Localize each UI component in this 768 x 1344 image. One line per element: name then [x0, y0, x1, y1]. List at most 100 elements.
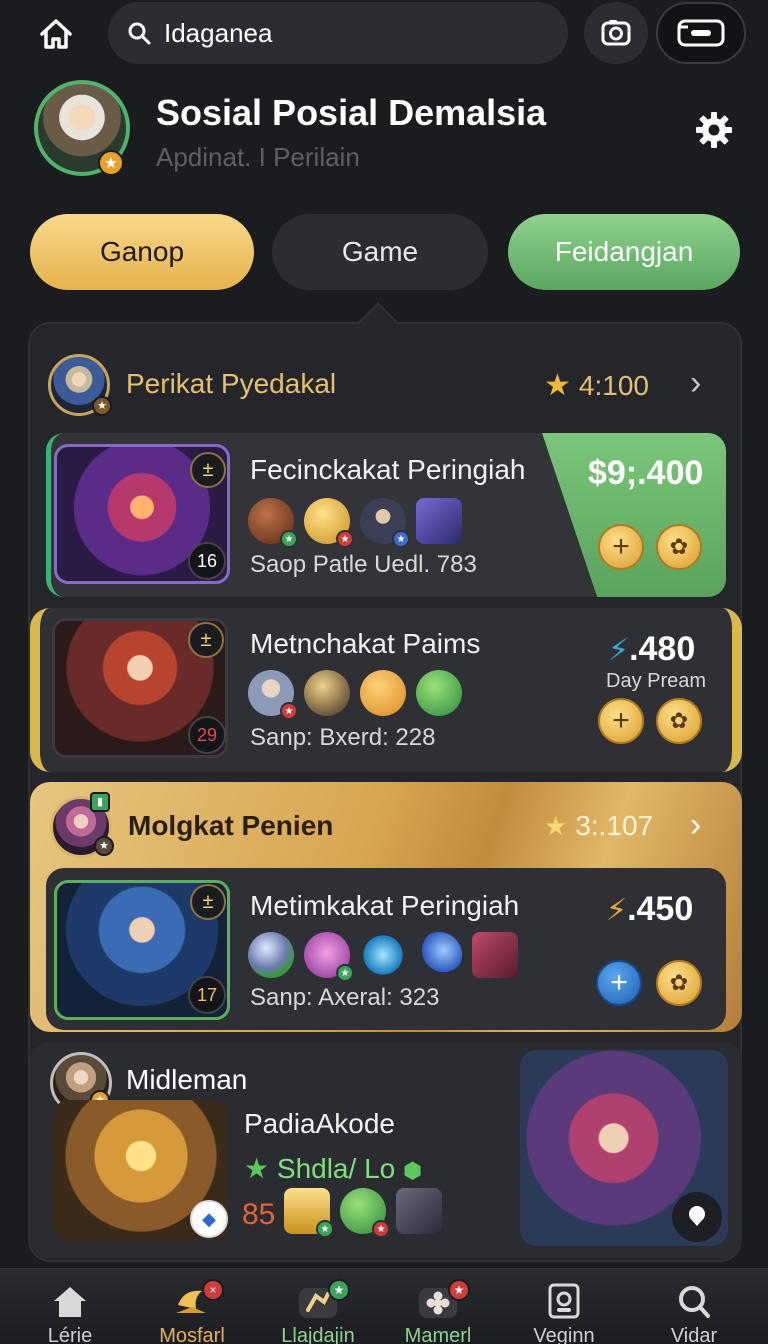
star-icon: ★	[244, 1153, 270, 1184]
orb-icon	[248, 932, 294, 978]
star-medal-icon	[304, 670, 350, 716]
card-title: Fecinckakat Peringiah	[250, 454, 526, 485]
crystal-icon: ★	[304, 932, 354, 982]
section-score: ★ 3:.107	[544, 810, 653, 842]
tab-game[interactable]: Game	[272, 214, 488, 290]
bolt-icon: ⚡	[606, 894, 628, 927]
gift-badge-icon: ▮	[90, 792, 110, 812]
card-title: Metimkakat Peringiah	[250, 890, 520, 921]
settings-button[interactable]	[690, 106, 738, 154]
section-score-value: 4:100	[578, 369, 649, 401]
character-icon: ★	[360, 498, 410, 548]
wallet-icon	[677, 19, 725, 47]
card-title: Metnchakat Paims	[250, 628, 481, 659]
coin-icon: ✿	[669, 534, 689, 559]
section-score: ★ 4:100	[544, 368, 649, 403]
card-subtitle: Sanp: Axeral: 323	[250, 984, 440, 1011]
item-icons: ★ ★	[284, 1188, 442, 1238]
search-icon	[128, 22, 151, 45]
bolt-icon: ⚡	[608, 634, 630, 667]
item-icons: ★	[248, 932, 518, 982]
promo-count: 85	[242, 1198, 276, 1231]
camera-icon	[601, 20, 631, 46]
camera-button[interactable]	[584, 2, 648, 64]
home-button[interactable]	[30, 10, 82, 58]
home-icon	[40, 19, 72, 49]
nav-label: Vidar	[670, 1325, 718, 1344]
card-price: ⚡.480	[608, 630, 695, 669]
star-gem-icon	[360, 932, 406, 978]
coin-button[interactable]: ✿	[656, 960, 702, 1006]
barrel-icon: ★	[248, 498, 298, 548]
search-icon	[672, 1281, 716, 1321]
add-button[interactable]: +	[598, 524, 644, 570]
card-icon	[396, 1188, 442, 1234]
nav-item-lerie[interactable]: Lérie	[10, 1269, 130, 1344]
download-button[interactable]	[672, 1192, 722, 1242]
plus-icon: +	[612, 530, 630, 563]
wallet-button[interactable]	[656, 2, 746, 64]
section-score-value: 3:.107	[575, 810, 654, 841]
gem-icon: ⬢	[403, 1158, 423, 1183]
card-price-caption: Day Pream	[606, 670, 707, 692]
card-price: $9;.400	[588, 454, 704, 492]
card-subtitle: Saop Patle Uedl. 783	[250, 551, 477, 578]
plus-icon: +	[612, 704, 630, 737]
add-button[interactable]: +	[596, 960, 642, 1006]
section-title: Molgkat Penien	[128, 810, 334, 841]
star-badge-icon: ★	[98, 150, 124, 176]
star-badge-icon: ★	[94, 836, 114, 856]
rank-badge: ±	[190, 452, 226, 488]
nav-label: Veginn	[533, 1325, 595, 1344]
card-price-value: .480	[629, 630, 696, 668]
nav-label: Mamerl	[404, 1325, 472, 1344]
green-coin-icon	[416, 670, 462, 716]
profile-subtitle: Apdinat. I Perilain	[156, 142, 360, 172]
item-icons: ★ ★ ★	[248, 498, 462, 548]
star-badge-icon: ★	[92, 396, 112, 416]
level-badge: 17	[188, 976, 226, 1014]
card-price: ⚡.450	[606, 890, 693, 929]
nav-item-vidar[interactable]: Vidar	[634, 1269, 754, 1344]
search-input[interactable]: Idaganea	[164, 18, 272, 49]
level-badge: 16	[188, 542, 226, 580]
promo-tag: ★ Shdla/ Lo ⬢	[244, 1152, 422, 1185]
home-icon	[48, 1281, 92, 1321]
rank-badge: ±	[188, 622, 224, 658]
notification-badge: ★	[328, 1279, 350, 1301]
profile-card-icon	[542, 1281, 586, 1321]
tab-feidangjan[interactable]: Feidangjan	[508, 214, 740, 290]
nav-item-llajdajin[interactable]: ★ Llajdajin	[258, 1269, 378, 1344]
section-title: Perikat Pyedakal	[126, 368, 337, 399]
chevron-right-icon[interactable]: ›	[690, 806, 701, 845]
rank-badge: ±	[190, 884, 226, 920]
card-subtitle: Sanp: Bxerd: 228	[250, 724, 436, 751]
gear-icon	[696, 112, 732, 148]
chest-icon	[416, 498, 462, 544]
moon-icon	[416, 932, 462, 978]
chevron-right-icon[interactable]: ›	[690, 364, 701, 403]
character-icon: ★	[248, 670, 298, 720]
coin-button[interactable]: ✿	[656, 698, 702, 744]
search-bar[interactable]: Idaganea	[108, 2, 568, 64]
coin-button[interactable]: ✿	[656, 524, 702, 570]
gold-bars-icon: ★	[284, 1188, 334, 1238]
nav-item-mamerl[interactable]: ★ Mamerl	[378, 1269, 498, 1344]
level-badge: 29	[188, 716, 226, 754]
coin-icon: ✿	[669, 970, 689, 995]
nav-label: Mosfarl	[159, 1325, 225, 1344]
plus-icon: +	[610, 966, 628, 999]
star-icon: ★	[544, 810, 568, 841]
bottom-navigation: Lérie × Mosfarl ★ Llajdajin ★ Mamerl Veg…	[0, 1268, 768, 1344]
tab-ganop[interactable]: Ganop	[30, 214, 254, 290]
item-icons: ★	[248, 670, 462, 720]
promo-tag-label: Shdla/ Lo	[276, 1153, 396, 1184]
top-bar: Idaganea	[0, 0, 768, 70]
section-title: Midleman	[126, 1064, 248, 1095]
nav-item-mosfarl[interactable]: × Mosfarl	[132, 1269, 252, 1344]
star-icon: ★	[544, 369, 571, 402]
nav-item-veginn[interactable]: Veginn	[504, 1269, 624, 1344]
book-icon	[472, 932, 518, 978]
gold-coin-icon	[360, 670, 406, 716]
add-button[interactable]: +	[598, 698, 644, 744]
